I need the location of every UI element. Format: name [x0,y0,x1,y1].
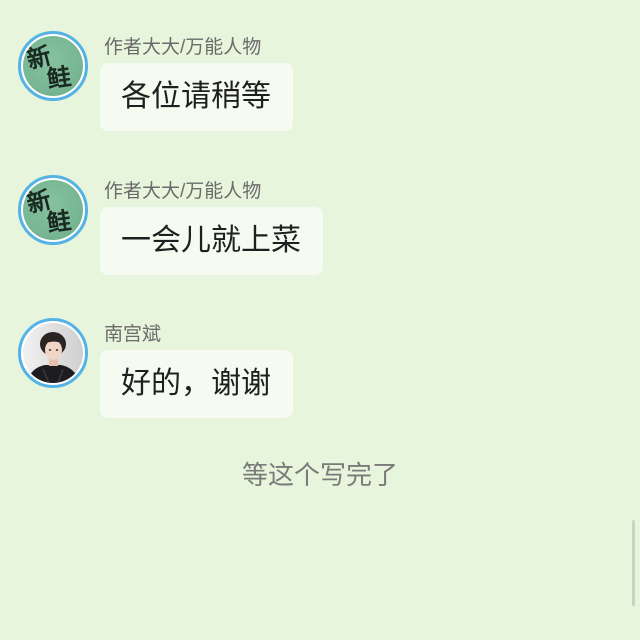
message-bubble[interactable]: 各位请稍等 [100,63,293,131]
scrollbar-thumb[interactable] [632,520,635,606]
calligraphy-logo-icon: 新 鲑 [23,180,83,240]
message-row: 新 鲑 作者大大/万能人物 各位请稍等 [0,31,640,131]
message-text: 一会儿就上菜 [121,224,301,257]
sender-name: 作者大大/万能人物 [104,37,262,58]
message-row: 新 鲑 作者大大/万能人物 一会儿就上菜 [0,175,640,275]
photo-eye [55,349,59,351]
message-bubble[interactable]: 好的，谢谢 [100,350,293,418]
avatar-glyph: 鲑 [45,205,73,238]
calligraphy-logo-icon: 新 鲑 [23,36,83,96]
sender-name: 作者大大/万能人物 [104,181,262,202]
photo-face [45,340,62,360]
message-text: 好的，谢谢 [121,367,271,400]
message-row: 南宫斌 好的，谢谢 [0,318,640,418]
avatar-glyph: 鲑 [45,61,73,94]
sender-name: 南宫斌 [104,324,162,345]
sender-avatar[interactable]: 新 鲑 [18,175,88,245]
portrait-photo-icon [23,323,83,383]
sender-avatar[interactable] [18,318,88,388]
photo-eye [48,349,52,351]
portrait-image [23,323,83,383]
sender-avatar[interactable]: 新 鲑 [18,31,88,101]
system-notice: 等这个写完了 [241,460,398,490]
message-text: 各位请稍等 [121,80,271,113]
message-bubble[interactable]: 一会儿就上菜 [100,207,323,275]
